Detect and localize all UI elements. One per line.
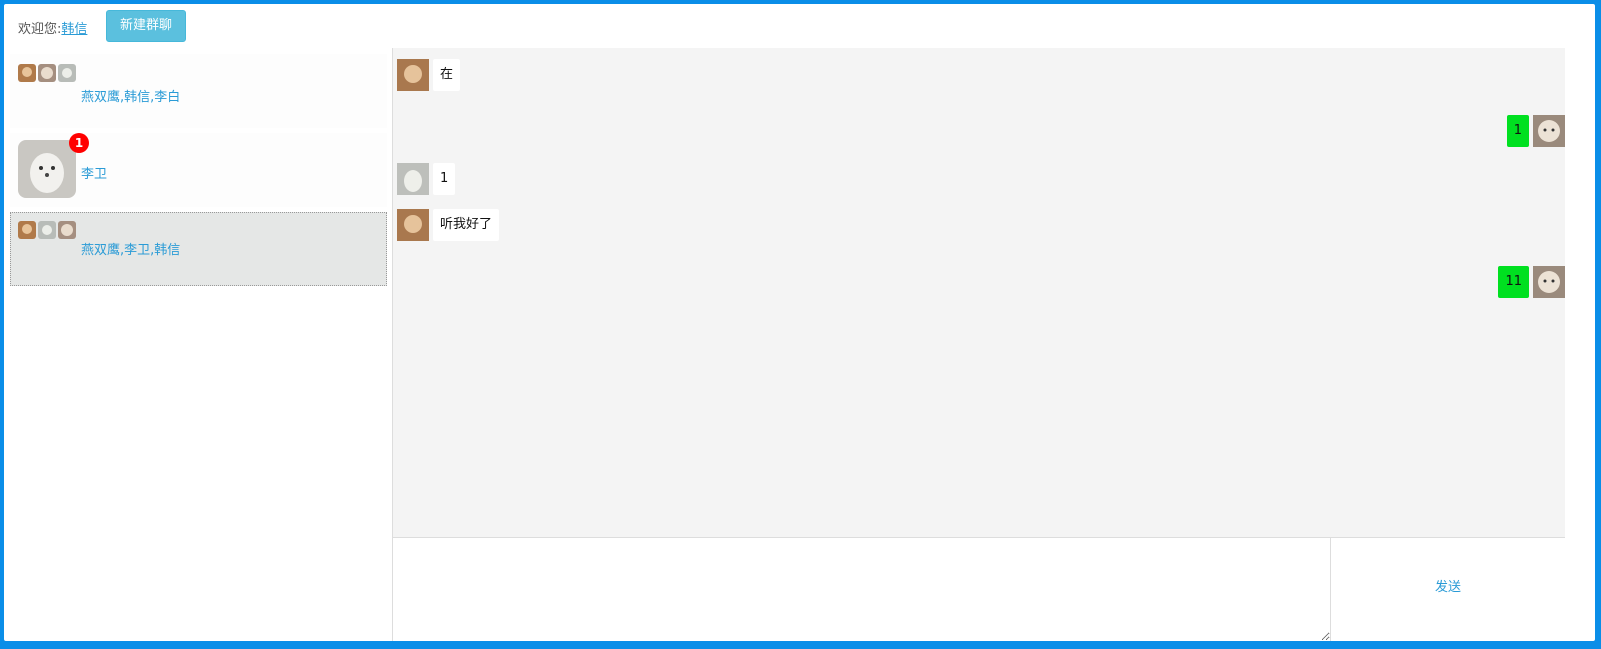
send-area: 发送 [1331, 537, 1565, 641]
group-avatar-icon [38, 64, 56, 82]
message-bubble: 听我好了 [433, 209, 500, 241]
user-avatar-icon [18, 140, 76, 198]
top-bar: 欢迎您:韩信 新建群聊 [4, 4, 1595, 48]
group-avatar-icon [18, 221, 36, 239]
message-bubble: 1 [1506, 115, 1529, 147]
welcome-text: 欢迎您:韩信 [18, 18, 87, 37]
message-area: 在 1 1 听我好了 11 [393, 48, 1565, 537]
conversation-item[interactable]: 1 李卫 [10, 133, 387, 207]
current-user-link[interactable]: 韩信 [61, 22, 87, 37]
conversation-name: 燕双鹰,韩信,李白 [81, 90, 181, 105]
message-bubble: 1 [433, 163, 456, 195]
welcome-prefix: 欢迎您: [18, 22, 62, 37]
group-avatar-icon [58, 64, 76, 82]
my-avatar-icon [1533, 115, 1565, 147]
conversation-name: 燕双鹰,李卫,韩信 [81, 243, 181, 258]
sender-avatar-icon [397, 59, 429, 91]
new-group-button[interactable]: 新建群聊 [106, 10, 186, 42]
sender-avatar-icon [397, 163, 429, 195]
conversation-item-selected[interactable]: 燕双鹰,李卫,韩信 [10, 212, 387, 286]
sender-avatar-icon [397, 209, 429, 241]
chat-app-window: 欢迎您:韩信 新建群聊 燕双鹰,韩信,李白 1 李卫 燕双鹰,李卫,韩信 在 1… [2, 2, 1597, 643]
unread-badge: 1 [69, 133, 89, 153]
group-avatar-icon [38, 221, 56, 239]
group-avatar-icon [18, 64, 36, 82]
conversation-name: 李卫 [81, 167, 108, 182]
message-input[interactable] [393, 538, 1330, 641]
message-input-area [393, 537, 1331, 641]
my-avatar-icon [1533, 266, 1565, 298]
conversation-list: 燕双鹰,韩信,李白 1 李卫 燕双鹰,李卫,韩信 [4, 48, 393, 641]
group-avatar-icon [58, 221, 76, 239]
conversation-item[interactable]: 燕双鹰,韩信,李白 [10, 54, 387, 128]
message-bubble: 在 [433, 59, 461, 91]
send-button[interactable]: 发送 [1331, 538, 1565, 641]
message-bubble: 11 [1498, 266, 1529, 298]
